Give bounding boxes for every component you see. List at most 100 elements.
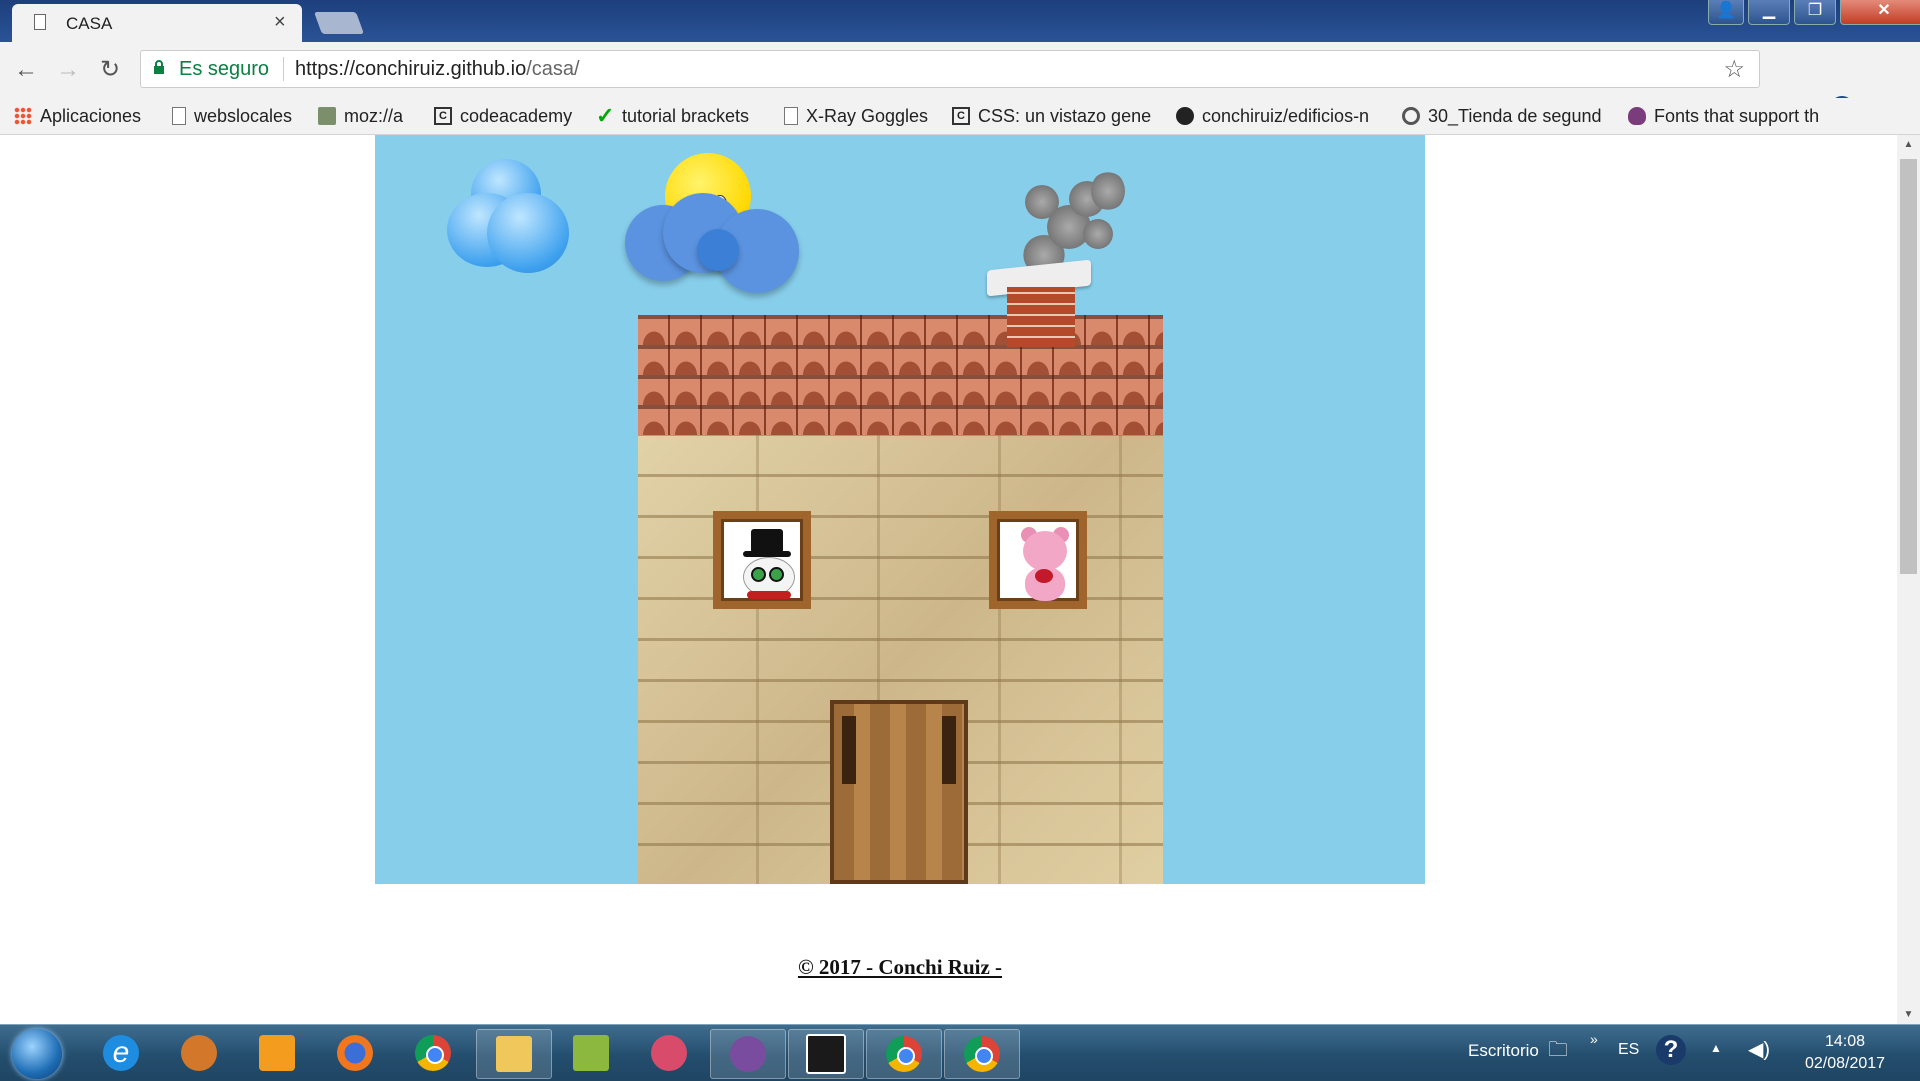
github-icon	[1176, 107, 1194, 125]
language-indicator[interactable]: ES	[1618, 1041, 1639, 1059]
security-label: Es seguro	[179, 58, 270, 80]
omnibox-divider	[283, 57, 284, 81]
volume-icon[interactable]: ◀)	[1748, 1037, 1770, 1062]
window-snowman	[713, 511, 811, 609]
internet-explorer-taskbar-icon[interactable]: e	[84, 1029, 158, 1077]
bookmark-css-vistazo[interactable]: C CSS: un vistazo gener	[952, 104, 1152, 128]
gimp-taskbar-icon[interactable]	[162, 1029, 236, 1077]
bookmark-star-icon[interactable]: ☆	[1723, 55, 1745, 84]
github-icon	[730, 1036, 766, 1072]
wooden-door	[830, 700, 968, 884]
firefox-taskbar-icon[interactable]	[318, 1029, 392, 1077]
bookmark-mozilla[interactable]: moz://a	[318, 104, 403, 128]
top-hat-icon	[751, 529, 783, 553]
back-button[interactable]: ←	[6, 50, 46, 90]
firefox-icon	[337, 1035, 373, 1071]
page-icon	[172, 107, 186, 125]
folder-icon	[496, 1036, 532, 1072]
page-viewport: © 2017 - Conchi Ruiz -	[0, 135, 1900, 1024]
bookmark-codeacademy[interactable]: C codeacademy	[434, 104, 572, 128]
installer-taskbar-icon[interactable]	[554, 1029, 628, 1077]
close-window-button[interactable]: ✕	[1840, 0, 1920, 25]
lock-icon	[154, 60, 164, 74]
scrollbar-thumb[interactable]	[1900, 159, 1917, 574]
url-text[interactable]: https://conchiruiz.github.io/casa/	[295, 58, 580, 81]
clock-time: 14:08	[1824, 1033, 1866, 1050]
chimney	[1007, 287, 1075, 347]
window-bear	[989, 511, 1087, 609]
checkmark-icon: ✓	[596, 104, 615, 128]
snipping-taskbar-icon[interactable]	[632, 1029, 706, 1077]
windows-taskbar: e Escritorio 🗀 » ES ? ▲ ◀) 14:08 02/08/2…	[0, 1024, 1920, 1081]
codecademy-icon: C	[434, 107, 452, 125]
chrome-icon	[964, 1036, 1000, 1072]
house-scene	[375, 135, 1425, 884]
brackets-icon	[806, 1034, 846, 1074]
page-icon	[34, 14, 46, 30]
brackets-taskbar-icon[interactable]	[788, 1029, 864, 1079]
chrome-taskbar-icon[interactable]	[396, 1029, 470, 1077]
bookmark-github-edificios[interactable]: conchiruiz/edificios-n	[1176, 104, 1382, 128]
roof-tiles	[638, 315, 1163, 435]
clock[interactable]: 14:08 02/08/2017	[1785, 1031, 1905, 1075]
new-tab-button[interactable]	[313, 12, 365, 34]
page-icon	[784, 107, 798, 125]
apps-grid-icon	[14, 107, 32, 125]
window-controls: 👤 ▁ ❐ ✕	[1708, 0, 1920, 28]
bookmark-xray-goggles[interactable]: X-Ray Goggles	[784, 104, 928, 128]
chrome-icon	[415, 1035, 451, 1071]
bookmarks-bar: Aplicaciones webslocales moz://a C codea…	[0, 98, 1920, 135]
door-glass	[942, 716, 956, 784]
circle-g-icon	[1402, 107, 1420, 125]
pink-bear-icon	[1023, 531, 1067, 571]
address-bar[interactable]: Es seguro https://conchiruiz.github.io/c…	[140, 50, 1760, 88]
reload-button[interactable]: ↻	[90, 50, 130, 90]
scroll-up-icon[interactable]: ▲	[1897, 139, 1920, 150]
snowman-eye	[751, 567, 766, 582]
tab-casa[interactable]: CASA ×	[12, 4, 302, 42]
maximize-button[interactable]: ❐	[1794, 0, 1836, 25]
door-glass	[842, 716, 856, 784]
folder-icon[interactable]: 🗀	[1548, 1035, 1568, 1069]
desktop-toolbar-label[interactable]: Escritorio	[1468, 1041, 1539, 1061]
bookmark-tienda[interactable]: 30_Tienda de segund	[1402, 104, 1608, 128]
download-icon	[573, 1035, 609, 1071]
minimize-button[interactable]: ▁	[1748, 0, 1790, 25]
help-icon[interactable]: ?	[1656, 1035, 1686, 1065]
heart-icon	[1035, 569, 1053, 583]
bookmark-webslocales[interactable]: webslocales	[172, 104, 292, 128]
page-footer: © 2017 - Conchi Ruiz -	[0, 955, 1800, 980]
paw-icon	[181, 1035, 217, 1071]
browser-toolbar: ← → ↻ Es seguro https://conchiruiz.githu…	[0, 42, 1920, 122]
forward-button[interactable]: →	[48, 50, 88, 90]
profile-button[interactable]: 👤	[1708, 0, 1744, 25]
vertical-scrollbar[interactable]: ▲ ▼	[1897, 135, 1920, 1024]
chrome-icon	[886, 1036, 922, 1072]
chevron-right-icon[interactable]: »	[1590, 1031, 1598, 1047]
ie-icon: e	[103, 1035, 139, 1071]
codecademy-icon: C	[952, 107, 970, 125]
tab-strip: CASA × 👤 ▁ ❐ ✕	[0, 0, 1920, 42]
play-icon	[259, 1035, 295, 1071]
snowman-eye	[769, 567, 784, 582]
start-button[interactable]	[12, 1029, 62, 1079]
scissors-icon	[651, 1035, 687, 1071]
chrome-window-2-taskbar-icon[interactable]	[944, 1029, 1020, 1079]
clock-date: 02/08/2017	[1804, 1055, 1886, 1072]
bookmark-tutorial-brackets[interactable]: ✓ tutorial brackets	[596, 104, 749, 128]
media-player-taskbar-icon[interactable]	[240, 1029, 314, 1077]
chrome-window-taskbar-icon[interactable]	[866, 1029, 942, 1079]
bookmark-aplicaciones[interactable]: Aplicaciones	[14, 104, 141, 128]
moz-icon	[318, 107, 336, 125]
tab-close-button[interactable]: ×	[274, 11, 286, 34]
bulb-icon	[1628, 107, 1646, 125]
scarf	[747, 591, 791, 599]
scroll-down-icon[interactable]: ▼	[1897, 1009, 1920, 1020]
explorer-taskbar-icon[interactable]	[476, 1029, 552, 1079]
cloud-icon	[447, 159, 569, 281]
show-hidden-icons-icon[interactable]: ▲	[1710, 1041, 1722, 1055]
github-desktop-taskbar-icon[interactable]	[710, 1029, 786, 1079]
bookmark-fonts[interactable]: Fonts that support th	[1628, 104, 1832, 128]
copyright-text: © 2017 - Conchi Ruiz -	[797, 955, 1003, 979]
tab-title: CASA	[66, 14, 113, 33]
